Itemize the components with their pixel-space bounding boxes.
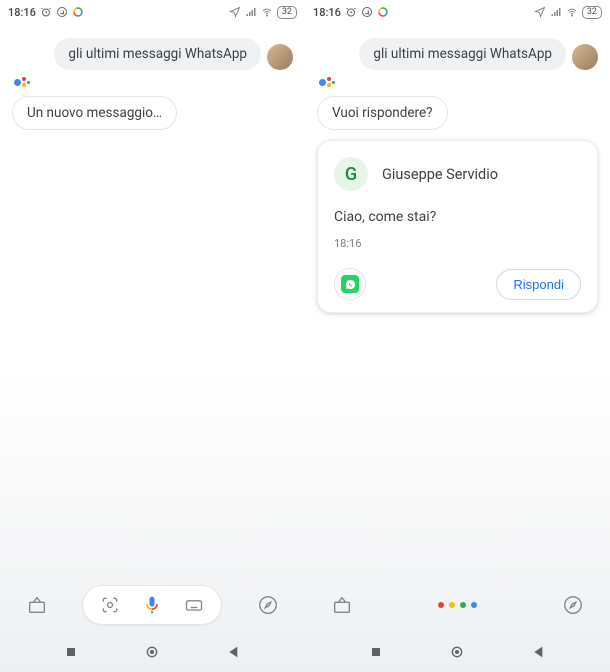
wifi-icon [261, 6, 273, 18]
user-message-row: gli ultimi messaggi WhatsApp [12, 38, 293, 70]
location-icon [534, 6, 546, 18]
google-status-icon [72, 6, 84, 18]
message-card[interactable]: G Giuseppe Servidio Ciao, come stai? 18:… [317, 140, 598, 313]
nav-bar [0, 632, 305, 672]
assistant-message-row: Un nuovo messaggio… [12, 96, 293, 130]
contact-name: Giuseppe Servidio [382, 166, 498, 183]
card-header: G Giuseppe Servidio [334, 157, 581, 191]
reply-button[interactable]: Rispondi [496, 269, 581, 300]
whatsapp-status-icon [361, 6, 373, 18]
nav-recent-button[interactable] [366, 642, 386, 662]
signal-icon [550, 6, 562, 18]
message-body: Ciao, come stai? [334, 209, 581, 225]
input-bar [0, 578, 305, 632]
assistant-bubble[interactable]: Vuoi rispondere? [317, 96, 448, 130]
status-bar: 18:16 32 [0, 0, 305, 24]
phone-right: 18:16 32 gli ultimi messaggi WhatsApp Vu… [305, 0, 610, 672]
chat-area: gli ultimi messaggi WhatsApp Vuoi rispon… [305, 24, 610, 578]
user-avatar[interactable] [572, 44, 598, 70]
nav-recent-button[interactable] [61, 642, 81, 662]
alarm-icon [40, 6, 52, 18]
status-time: 18:16 [313, 6, 341, 19]
card-actions: Rispondi [334, 264, 581, 300]
wifi-icon [566, 6, 578, 18]
input-bar [305, 578, 610, 632]
whatsapp-status-icon [56, 6, 68, 18]
assistant-logo-icon [14, 76, 30, 90]
user-bubble[interactable]: gli ultimi messaggi WhatsApp [359, 38, 566, 70]
explore-icon[interactable] [252, 589, 284, 621]
nav-back-button[interactable] [529, 642, 549, 662]
contact-avatar[interactable]: G [334, 157, 368, 191]
whatsapp-app-icon[interactable] [334, 268, 366, 300]
user-avatar[interactable] [267, 44, 293, 70]
nav-back-button[interactable] [224, 642, 244, 662]
status-bar: 18:16 32 [305, 0, 610, 24]
assistant-message-row: Vuoi rispondere? [317, 96, 598, 130]
signal-icon [245, 6, 257, 18]
battery-indicator: 32 [582, 6, 602, 19]
battery-indicator: 32 [277, 6, 297, 19]
nav-bar [305, 632, 610, 672]
nav-home-button[interactable] [447, 642, 467, 662]
assistant-logo-icon [319, 76, 335, 90]
phone-left: 18:16 32 gli ultimi messaggi WhatsApp Un… [0, 0, 305, 672]
updates-icon[interactable] [326, 589, 358, 621]
nav-home-button[interactable] [142, 642, 162, 662]
location-icon [229, 6, 241, 18]
lens-icon[interactable] [96, 591, 124, 619]
explore-icon[interactable] [557, 589, 589, 621]
alarm-icon [345, 6, 357, 18]
updates-icon[interactable] [21, 589, 53, 621]
listening-indicator[interactable] [387, 585, 527, 625]
user-message-row: gli ultimi messaggi WhatsApp [317, 38, 598, 70]
chat-area: gli ultimi messaggi WhatsApp Un nuovo me… [0, 24, 305, 578]
status-time: 18:16 [8, 6, 36, 19]
keyboard-icon[interactable] [180, 591, 208, 619]
user-bubble[interactable]: gli ultimi messaggi WhatsApp [54, 38, 261, 70]
message-time: 18:16 [334, 237, 581, 250]
mic-icon[interactable] [138, 591, 166, 619]
google-status-icon [377, 6, 389, 18]
input-pill [82, 585, 222, 625]
assistant-bubble[interactable]: Un nuovo messaggio… [12, 96, 177, 130]
